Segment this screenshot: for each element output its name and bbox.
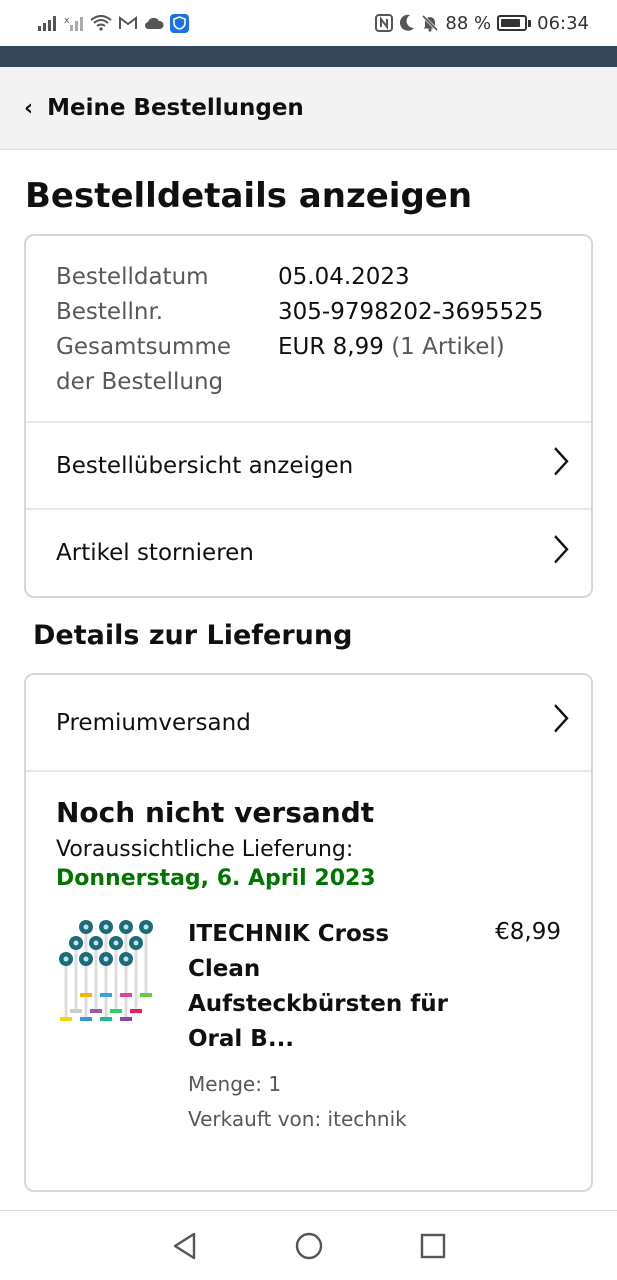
- home-nav-icon[interactable]: [292, 1229, 326, 1263]
- status-bar-right: 88 % 06:34: [375, 13, 589, 34]
- back-link-label: Meine Bestellungen: [47, 95, 304, 121]
- order-number-value: 305-9798202-3695525: [278, 299, 544, 325]
- clock: 06:34: [537, 12, 589, 34]
- battery-icon: [497, 15, 532, 31]
- order-total-label-line1: Gesamtsumme: [56, 334, 231, 360]
- shield-icon: [170, 13, 189, 33]
- chevron-right-icon: [553, 532, 569, 574]
- order-total-row: Gesamtsumme der Bestellung EUR 8,99 (1 A…: [56, 330, 561, 400]
- product-title-line2: Clean: [188, 956, 261, 982]
- shipping-method-link[interactable]: Premiumversand: [26, 675, 591, 770]
- bell-off-icon: [421, 14, 439, 32]
- product-details: ITECHNIK Cross Clean Aufsteckbürsten für…: [188, 917, 448, 1137]
- cloud-icon: [144, 16, 164, 30]
- chevron-right-icon: [553, 445, 569, 487]
- product-image[interactable]: [56, 917, 166, 1029]
- order-number-row: Bestellnr. 305-9798202-3695525: [56, 295, 561, 330]
- signal-icon: [38, 15, 58, 31]
- gmail-icon: [118, 15, 138, 31]
- delivery-card: Premiumversand Noch nicht versandt Vorau…: [24, 673, 593, 1192]
- signal-no-sim-icon: x: [64, 15, 84, 31]
- product-quantity: Menge: 1: [188, 1072, 282, 1096]
- order-total-value: EUR 8,99 (1 Artikel): [278, 330, 505, 400]
- order-date-row: Bestelldatum 05.04.2023: [56, 260, 561, 295]
- product-title-line3: Aufsteckbürsten für: [188, 991, 448, 1017]
- expected-delivery-date: Donnerstag, 6. April 2023: [56, 866, 376, 891]
- product-item[interactable]: ITECHNIK Cross Clean Aufsteckbürsten für…: [56, 917, 561, 1137]
- order-total-items: (1 Artikel): [391, 334, 505, 360]
- shipment-status-title: Noch nicht versandt: [56, 796, 375, 829]
- delivery-section-title: Details zur Lieferung: [33, 620, 353, 651]
- view-order-summary-link[interactable]: Bestellübersicht anzeigen: [26, 421, 591, 508]
- order-date-label: Bestelldatum: [56, 264, 209, 290]
- order-info-card: Bestelldatum 05.04.2023 Bestellnr. 305-9…: [24, 234, 593, 598]
- order-date-value: 05.04.2023: [278, 264, 410, 290]
- order-number-label: Bestellnr.: [56, 299, 164, 325]
- product-title-line4: Oral B...: [188, 1026, 295, 1052]
- chevron-left-icon: ‹: [24, 95, 34, 121]
- system-nav-bar: [0, 1211, 617, 1280]
- order-total-label: Gesamtsumme der Bestellung: [56, 330, 278, 400]
- cancel-items-link[interactable]: Artikel stornieren: [26, 508, 591, 596]
- moon-icon: [399, 14, 415, 32]
- product-price: €8,99: [495, 919, 561, 945]
- back-nav-icon[interactable]: [168, 1229, 202, 1263]
- cancel-items-label: Artikel stornieren: [56, 540, 254, 566]
- wifi-icon: [90, 15, 112, 31]
- top-app-bar: [0, 46, 617, 67]
- order-total-label-line2: der Bestellung: [56, 369, 224, 395]
- back-to-orders[interactable]: ‹ Meine Bestellungen: [0, 67, 617, 150]
- status-bar-left: x: [38, 13, 189, 33]
- chevron-right-icon: [553, 702, 569, 744]
- shipping-method-label: Premiumversand: [56, 709, 251, 736]
- product-meta: Menge: 1 Verkauft von: itechnik: [188, 1067, 448, 1137]
- expected-delivery-label: Voraussichtliche Lieferung:: [56, 837, 354, 862]
- nfc-icon: [375, 14, 394, 32]
- page-title: Bestelldetails anzeigen: [25, 176, 473, 216]
- battery-percent: 88 %: [445, 12, 492, 34]
- product-title[interactable]: ITECHNIK Cross Clean Aufsteckbürsten für…: [188, 917, 448, 1057]
- svg-text:x: x: [64, 16, 70, 26]
- shipment-status: Noch nicht versandt Voraussichtliche Lie…: [26, 770, 591, 1137]
- order-info: Bestelldatum 05.04.2023 Bestellnr. 305-9…: [26, 236, 591, 421]
- recents-nav-icon[interactable]: [416, 1229, 450, 1263]
- product-title-line1: ITECHNIK Cross: [188, 921, 390, 947]
- view-order-summary-label: Bestellübersicht anzeigen: [56, 452, 354, 479]
- product-seller: Verkauft von: itechnik: [188, 1107, 407, 1131]
- status-bar: x 88 % 06:34: [0, 0, 617, 46]
- order-total-amount: EUR 8,99: [278, 334, 384, 360]
